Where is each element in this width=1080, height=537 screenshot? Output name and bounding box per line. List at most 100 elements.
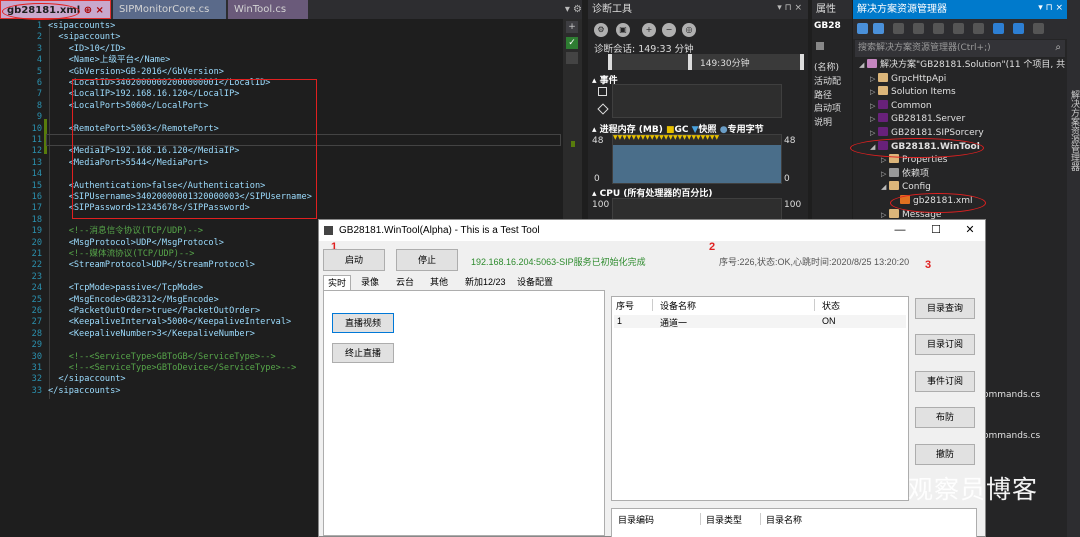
node-icon	[878, 127, 888, 136]
line-number: 29	[31, 340, 42, 351]
line-number: 10	[31, 123, 42, 134]
expand-icon[interactable]: ◢	[859, 59, 867, 72]
memory-graph[interactable]: ▼▼▼▼▼▼▼▼▼▼▼▼▼▼▼▼▼▼▼▼▼▼▼	[612, 134, 782, 184]
zoom-out-icon[interactable]: −	[662, 23, 676, 37]
live-video-button[interactable]: 直播视频	[332, 313, 394, 333]
tab-ptz[interactable]: 云台	[392, 275, 418, 290]
expand-icon[interactable]: ▷	[870, 100, 878, 113]
line-number: 5	[36, 66, 42, 77]
tab-new[interactable]: 新加12/23	[461, 275, 510, 290]
gear-icon[interactable]: ⚙	[594, 23, 608, 37]
home-icon[interactable]	[893, 23, 904, 34]
tab-realtime[interactable]: 实时	[323, 275, 352, 290]
catalog-subscribe-button[interactable]: 目录订阅	[915, 334, 975, 355]
grid-icon[interactable]	[816, 42, 824, 50]
selection-icon[interactable]: ▣	[616, 23, 630, 37]
prop-path: 路径	[814, 91, 833, 101]
line-number: 28	[31, 328, 42, 339]
history-icon[interactable]	[913, 23, 924, 34]
tree-item[interactable]: ▷ Solution Items	[870, 86, 956, 99]
tree-item-label: 解决方案"GB28181.Solution"(11 个项目, 共	[880, 60, 1066, 70]
expand-icon[interactable]: ▷	[881, 168, 889, 181]
tree-item[interactable]: ▷ 依赖项	[881, 167, 929, 181]
thumb[interactable]	[566, 52, 578, 64]
change-marker	[571, 141, 575, 147]
code-line: <sipaccounts>	[48, 21, 116, 31]
cell-index: 1	[617, 316, 623, 326]
zoom-in-icon[interactable]: +	[642, 23, 656, 37]
tab-wintool-cs[interactable]: WinTool.cs	[227, 0, 308, 19]
line-number: 2	[36, 32, 42, 43]
col-catalog-code[interactable]: 目录编码	[618, 513, 654, 526]
tree-item[interactable]: ◢ 解决方案"GB28181.Solution"(11 个项目, 共	[859, 59, 1065, 72]
code-line: </sipaccounts>	[48, 385, 121, 396]
tree-item[interactable]: ▷ GrpcHttpApi	[870, 72, 946, 86]
forward-icon[interactable]	[873, 23, 884, 34]
event-subscribe-button[interactable]: 事件订阅	[915, 371, 975, 392]
tab-controls[interactable]: ▾ ⚙	[565, 0, 582, 19]
preview-icon[interactable]	[1033, 23, 1044, 34]
pending-changes-icon[interactable]	[933, 23, 944, 34]
reset-zoom-icon[interactable]: ◎	[682, 23, 696, 37]
col-index[interactable]: 序号	[616, 299, 634, 312]
memory-min-right: 0	[784, 174, 790, 184]
panel-controls[interactable]: ▾ ⊓ ×	[1038, 3, 1063, 13]
line-number: 1	[36, 21, 42, 31]
back-icon[interactable]	[857, 23, 868, 34]
catalog-list[interactable]: 目录编码 目录类型 目录名称	[611, 508, 977, 537]
cpu-graph[interactable]	[612, 198, 782, 220]
solution-search-input[interactable]: 搜索解决方案资源管理器(Ctrl+;)	[855, 40, 1065, 57]
tab-other[interactable]: 其他	[426, 275, 452, 290]
expand-icon[interactable]: ▷	[870, 113, 878, 126]
expand-icon[interactable]: ▷	[870, 73, 878, 86]
stop-live-button[interactable]: 终止直播	[332, 343, 394, 363]
catalog-query-button[interactable]: 目录查询	[915, 298, 975, 319]
tab-device-config[interactable]: 设备配置	[513, 275, 557, 290]
panel-controls[interactable]: ▾ ⊓ ×	[777, 3, 802, 13]
col-catalog-type[interactable]: 目录类型	[706, 513, 742, 526]
maximize-button[interactable]: ☐	[927, 222, 945, 238]
tree-item[interactable]: ▷ GB28181.Server	[870, 113, 965, 126]
col-device-name[interactable]: 设备名称	[660, 299, 696, 312]
start-button[interactable]: 启动	[323, 249, 385, 271]
stop-button[interactable]: 停止	[396, 249, 458, 271]
arm-button[interactable]: 布防	[915, 407, 975, 428]
events-graph[interactable]	[612, 84, 782, 118]
table-row[interactable]: 1 通道一 ON	[614, 315, 906, 328]
code-line: <PacketOutOrder>true</PacketOutOrder>	[48, 306, 261, 316]
line-number: 33	[31, 385, 42, 396]
code-line: <MsgEncode>GB2312</MsgEncode>	[48, 294, 219, 305]
disarm-button[interactable]: 撤防	[915, 444, 975, 465]
expand-icon[interactable]: ◢	[881, 181, 889, 194]
line-number: 3	[36, 43, 42, 54]
properties-icon[interactable]	[1013, 23, 1024, 34]
line-number: 8	[36, 100, 42, 111]
search-icon[interactable]: ⌕	[1055, 42, 1061, 53]
tree-item[interactable]: ▷ Common	[870, 99, 932, 113]
timeline-ruler[interactable]: 149:30分钟	[608, 54, 804, 70]
tab-sipmonitorcore[interactable]: SIPMonitorCore.cs	[112, 0, 226, 19]
col-status[interactable]: 状态	[822, 299, 840, 312]
expand-icon[interactable]: ▷	[870, 86, 878, 99]
show-all-files-icon[interactable]	[993, 23, 1004, 34]
wintool-title: GB28181.WinTool(Alpha) - This is a Test …	[339, 225, 540, 236]
expand-icon[interactable]: ▷	[870, 127, 878, 140]
side-strip[interactable]: 解决方案资源管理器	[1067, 0, 1080, 537]
collapse-icon[interactable]	[973, 23, 984, 34]
realtime-panel: 直播视频 终止直播	[323, 290, 605, 536]
col-catalog-name[interactable]: 目录名称	[766, 513, 802, 526]
refresh-icon[interactable]	[953, 23, 964, 34]
tab-record[interactable]: 录像	[357, 275, 383, 290]
minimize-button[interactable]: —	[891, 222, 909, 238]
tree-item-label: GB28181.SIPSorcery	[891, 128, 984, 138]
tree-item-label: GB28181.Server	[891, 114, 966, 125]
code-line: <KeepaliveInterval>5000</KeepaliveInterv…	[48, 317, 292, 328]
memory-fill	[613, 145, 781, 183]
timeline-marker	[688, 54, 692, 70]
tab-close-icon[interactable]: ⊕ ×	[84, 5, 104, 16]
partial-file-2[interactable]: ommands.cs	[983, 430, 1040, 443]
close-button[interactable]: ✕	[961, 222, 979, 238]
annotation-3: 3	[925, 259, 932, 271]
plus-icon[interactable]: +	[566, 21, 578, 33]
partial-file-1[interactable]: ommands.cs	[983, 389, 1040, 402]
